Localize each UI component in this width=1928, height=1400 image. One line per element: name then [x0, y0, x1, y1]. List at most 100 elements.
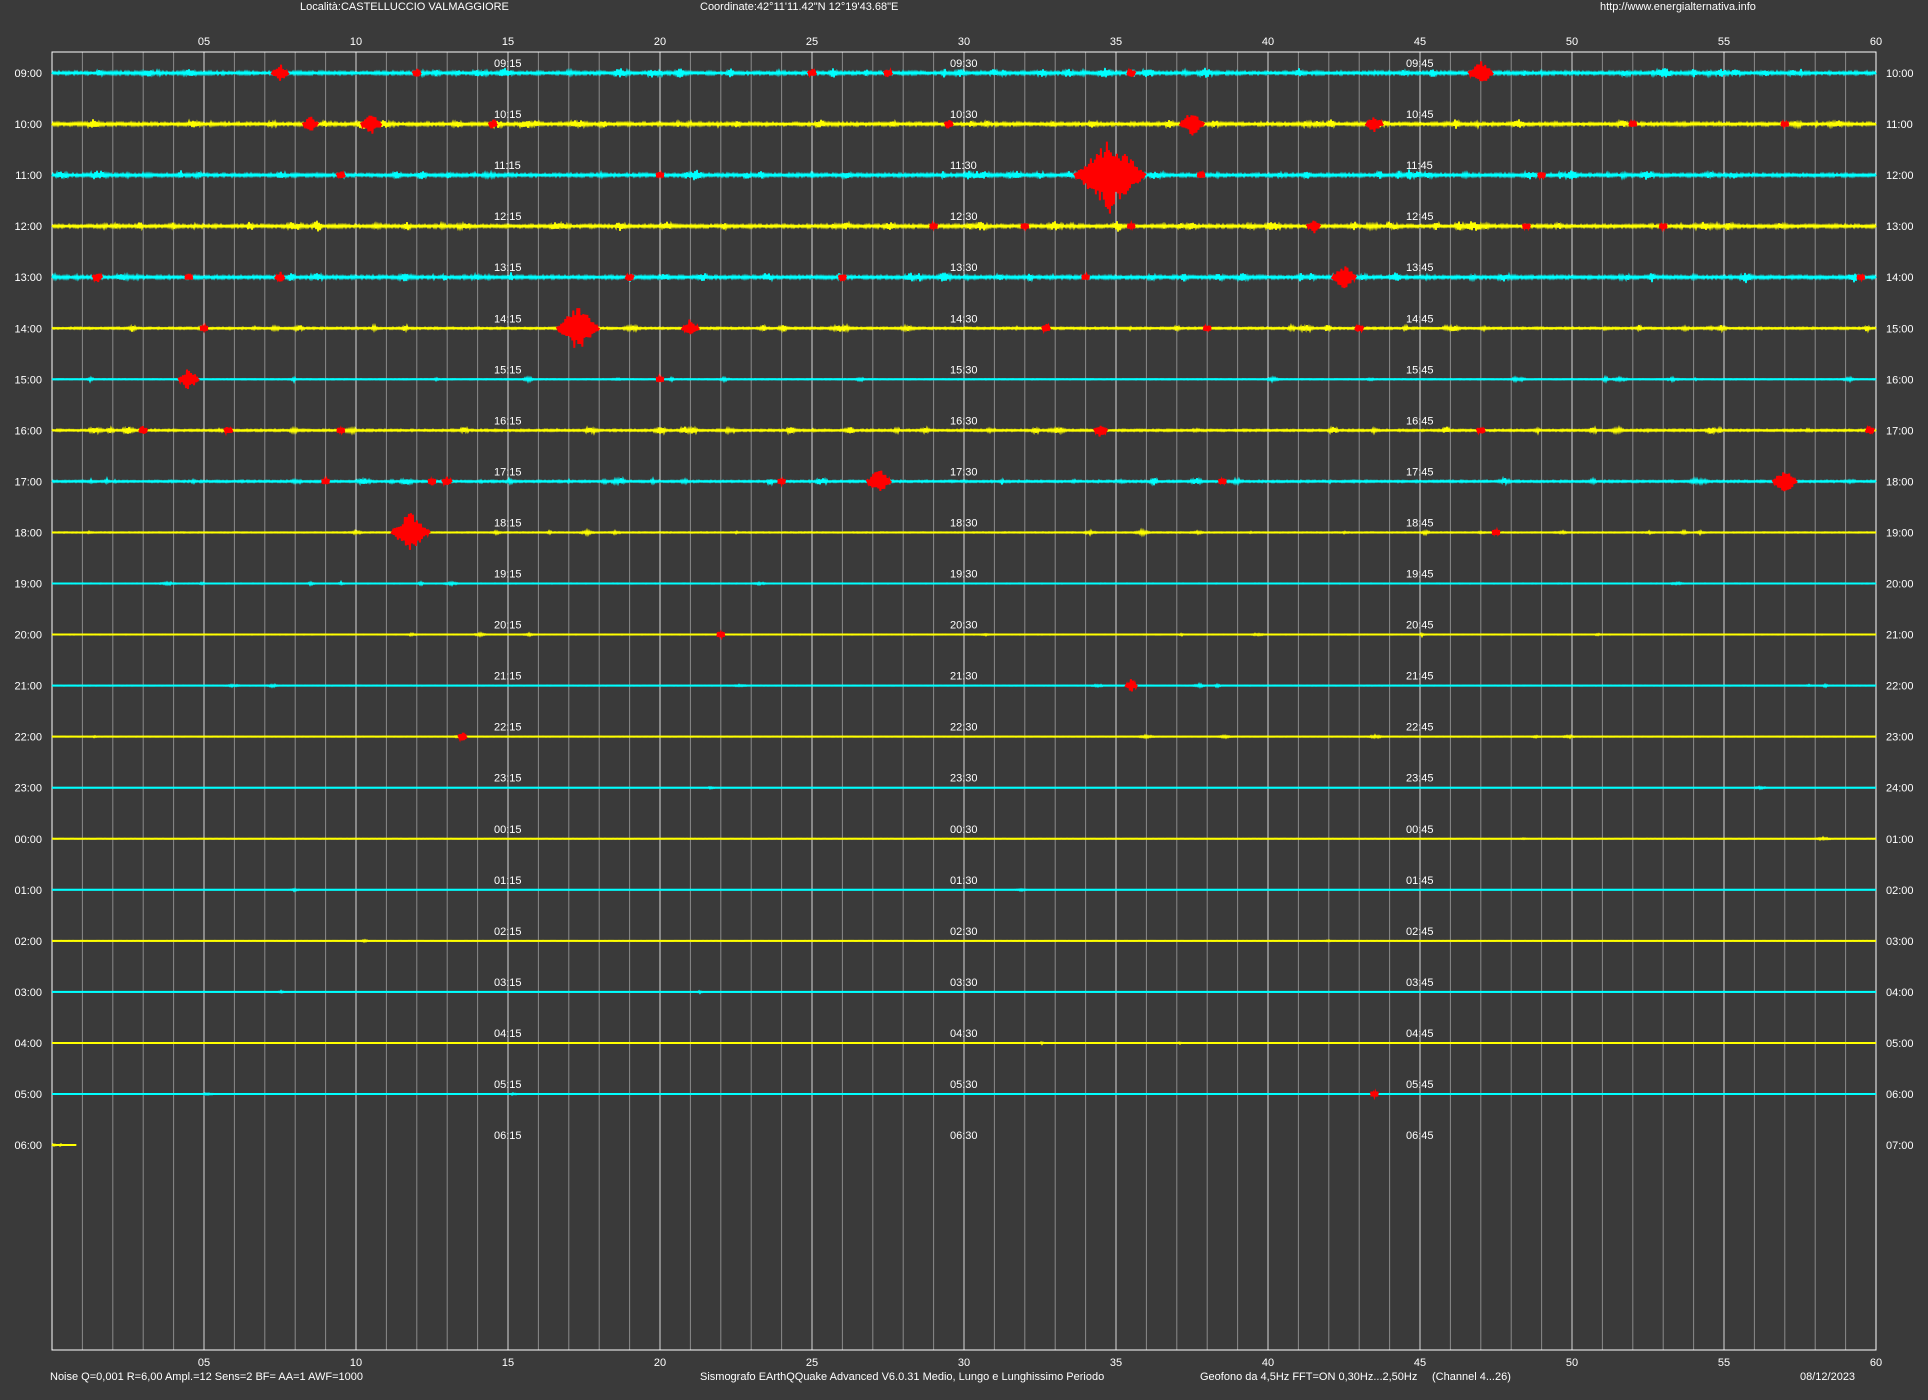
- x-tick-label-top: 20: [654, 36, 666, 48]
- event-marker: [1370, 121, 1379, 127]
- event-marker: [1218, 478, 1227, 484]
- event-marker: [1188, 121, 1196, 127]
- event-marker: [1492, 529, 1500, 535]
- quarter-time-label: 23:45: [1406, 773, 1434, 785]
- quarter-time-label: 06:30: [950, 1130, 978, 1142]
- row-time-label-left: 01:00: [14, 885, 42, 897]
- quarter-time-label: 12:45: [1406, 211, 1434, 223]
- quarter-time-label: 04:15: [494, 1028, 522, 1040]
- event-marker: [488, 121, 497, 127]
- row-time-label-right: 04:00: [1886, 987, 1914, 999]
- quarter-time-label: 10:15: [494, 109, 522, 121]
- x-tick-label-top: 05: [198, 36, 210, 48]
- channel-info: (Channel 4...26): [1432, 1371, 1511, 1383]
- event-marker: [406, 529, 415, 535]
- quarter-time-label: 13:15: [494, 262, 522, 274]
- quarter-time-label: 00:45: [1406, 824, 1434, 836]
- quarter-time-label: 02:30: [950, 926, 978, 938]
- quarter-time-label: 00:15: [494, 824, 522, 836]
- quarter-time-label: 18:45: [1406, 517, 1434, 529]
- event-marker: [184, 274, 193, 280]
- event-marker: [1127, 223, 1136, 229]
- event-marker: [1537, 172, 1546, 178]
- quarter-time-label: 14:15: [494, 313, 522, 325]
- event-marker: [1476, 427, 1485, 433]
- x-tick-label-top: 30: [958, 36, 970, 48]
- row-time-label-left: 03:00: [14, 987, 42, 999]
- event-marker: [716, 632, 725, 638]
- event-marker: [276, 70, 284, 76]
- quarter-time-label: 16:15: [494, 415, 522, 427]
- row-time-label-left: 18:00: [14, 527, 42, 539]
- event-marker: [944, 121, 953, 127]
- event-marker: [200, 325, 208, 331]
- row-time-label-left: 20:00: [14, 630, 42, 642]
- row-time-label-right: 21:00: [1886, 630, 1914, 642]
- event-marker: [808, 70, 816, 76]
- quarter-time-label: 13:30: [950, 262, 978, 274]
- quarter-time-label: 05:30: [950, 1079, 978, 1091]
- event-marker: [412, 70, 421, 76]
- event-marker: [1659, 223, 1668, 229]
- row-time-label-left: 05:00: [14, 1089, 42, 1101]
- event-marker: [1628, 121, 1637, 127]
- row-time-label-right: 15:00: [1886, 323, 1914, 335]
- x-tick-label-bottom: 50: [1566, 1357, 1578, 1369]
- event-marker: [139, 427, 148, 433]
- x-tick-label-top: 25: [806, 36, 818, 48]
- x-tick-label-top: 15: [502, 36, 514, 48]
- row-time-label-right: 05:00: [1886, 1038, 1914, 1050]
- x-tick-label-bottom: 15: [502, 1357, 514, 1369]
- event-marker: [1309, 223, 1318, 229]
- x-tick-label-top: 50: [1566, 36, 1578, 48]
- quarter-time-label: 10:45: [1406, 109, 1434, 121]
- quarter-time-label: 23:30: [950, 773, 978, 785]
- row-time-label-left: 14:00: [14, 323, 42, 335]
- row-time-label-right: 16:00: [1886, 374, 1914, 386]
- quarter-time-label: 19:15: [494, 569, 522, 581]
- quarter-time-label: 15:30: [950, 364, 978, 376]
- quarter-time-label: 16:30: [950, 415, 978, 427]
- row-time-label-right: 23:00: [1886, 732, 1914, 744]
- x-tick-label-bottom: 55: [1718, 1357, 1730, 1369]
- event-marker: [1370, 1091, 1379, 1097]
- x-tick-label-bottom: 25: [806, 1357, 818, 1369]
- quarter-time-label: 04:45: [1406, 1028, 1434, 1040]
- event-marker: [1856, 274, 1865, 280]
- quarter-time-label: 17:45: [1406, 466, 1434, 478]
- row-time-label-left: 09:00: [14, 68, 42, 80]
- software-version: Sismografo EArthQQuake Advanced V6.0.31 …: [700, 1371, 1105, 1383]
- row-time-label-right: 20:00: [1886, 579, 1914, 591]
- event-marker: [1780, 478, 1789, 484]
- event-marker: [1020, 223, 1029, 229]
- row-time-label-left: 19:00: [14, 579, 42, 591]
- row-time-label-right: 22:00: [1886, 681, 1914, 693]
- row-time-label-right: 02:00: [1886, 885, 1914, 897]
- quarter-time-label: 15:45: [1406, 364, 1434, 376]
- event-marker: [1197, 172, 1206, 178]
- event-marker: [458, 734, 467, 740]
- event-marker: [1127, 683, 1136, 689]
- event-marker: [686, 325, 695, 331]
- row-time-label-left: 06:00: [14, 1140, 42, 1152]
- quarter-time-label: 21:30: [950, 671, 978, 683]
- x-tick-label-bottom: 45: [1414, 1357, 1426, 1369]
- event-marker: [1355, 325, 1364, 331]
- quarter-time-label: 02:45: [1406, 926, 1434, 938]
- x-tick-label-bottom: 10: [350, 1357, 362, 1369]
- website-link[interactable]: http://www.energialternativa.info: [1600, 1, 1756, 13]
- row-time-label-left: 22:00: [14, 732, 42, 744]
- event-marker: [1042, 325, 1051, 331]
- event-marker: [884, 70, 892, 76]
- station-coordinates: Coordinate:42°11'11.42"N 12°19'43.68"E: [700, 1, 899, 13]
- x-tick-label-bottom: 20: [654, 1357, 666, 1369]
- helicorder-chart: 05 05 10 10 15 15 20 20 25 25 30 30 35 35 40 40 45 45 50 50…: [14, 36, 1914, 1369]
- x-tick-label-top: 35: [1110, 36, 1122, 48]
- event-marker: [184, 376, 193, 382]
- quarter-time-label: 22:30: [950, 722, 978, 734]
- event-marker: [306, 121, 315, 127]
- x-tick-label-bottom: 30: [958, 1357, 970, 1369]
- noise-settings: Noise Q=0,001 R=6,00 Ampl.=12 Sens=2 BF=…: [50, 1371, 363, 1383]
- row-time-label-left: 17:00: [14, 476, 42, 488]
- event-marker: [224, 427, 233, 433]
